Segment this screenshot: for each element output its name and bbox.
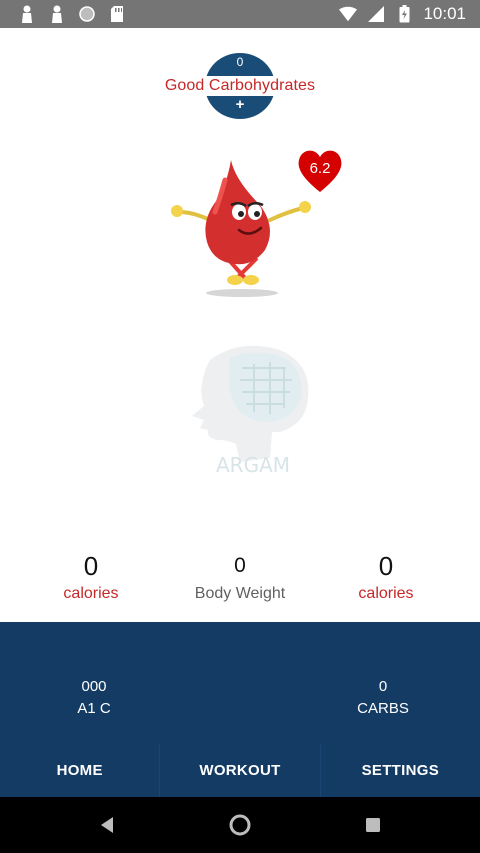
stat-calories-left: 0 calories (21, 551, 161, 603)
glucose-value: 6.2 (309, 160, 331, 177)
status-bar: 10:01 (0, 0, 480, 28)
back-icon[interactable] (93, 811, 121, 839)
bottom-panel: 000 A1 C 0 CARBS HOME WORKOUT SETTINGS (0, 622, 480, 797)
carbs-metric[interactable]: 0 CARBS (313, 676, 453, 720)
status-bar-system: 10:01 (339, 3, 466, 25)
add-carbs-button[interactable]: + (228, 96, 252, 113)
signal-icon (367, 4, 385, 24)
stat-label: Body Weight (194, 585, 286, 602)
wifi-icon (339, 4, 358, 24)
carbs-count: 0 (236, 55, 244, 69)
nav-settings[interactable]: SETTINGS (321, 743, 480, 797)
stat-label: calories (358, 585, 414, 602)
a1c-value: 000 (81, 678, 107, 695)
status-bar-notifications (18, 4, 126, 24)
stat-value: 0 (83, 551, 99, 581)
carbs-value: 0 (378, 678, 388, 695)
system-navigation-bar (0, 797, 480, 853)
clock: 10:01 (423, 4, 466, 23)
person-icon (18, 4, 36, 24)
stat-value: 0 (234, 554, 246, 577)
nav-home[interactable]: HOME (0, 743, 159, 797)
stat-value: 0 (378, 551, 394, 581)
stat-label: calories (63, 585, 119, 602)
bottom-navigation: HOME WORKOUT SETTINGS (0, 743, 480, 797)
a1c-metric[interactable]: 000 A1 C (24, 676, 164, 720)
carbs-label: CARBS (357, 700, 409, 717)
svg-text:ARGAM: ARGAM (216, 453, 290, 477)
circle-icon (78, 4, 96, 24)
carbs-title: Good Carbohydrates (164, 77, 316, 94)
stat-calories-right: 0 calories (316, 551, 456, 603)
battery-icon (395, 4, 413, 24)
sd-card-icon (108, 4, 126, 24)
home-icon[interactable] (226, 811, 254, 839)
person-icon (48, 4, 66, 24)
brain-logo-icon: ARGAM (192, 345, 309, 477)
stat-body-weight: 0 Body Weight (170, 551, 310, 603)
blood-drop-mascot-icon (171, 160, 311, 297)
nav-workout[interactable]: WORKOUT (159, 743, 321, 797)
recents-icon[interactable] (359, 811, 387, 839)
a1c-label: A1 C (77, 700, 111, 717)
